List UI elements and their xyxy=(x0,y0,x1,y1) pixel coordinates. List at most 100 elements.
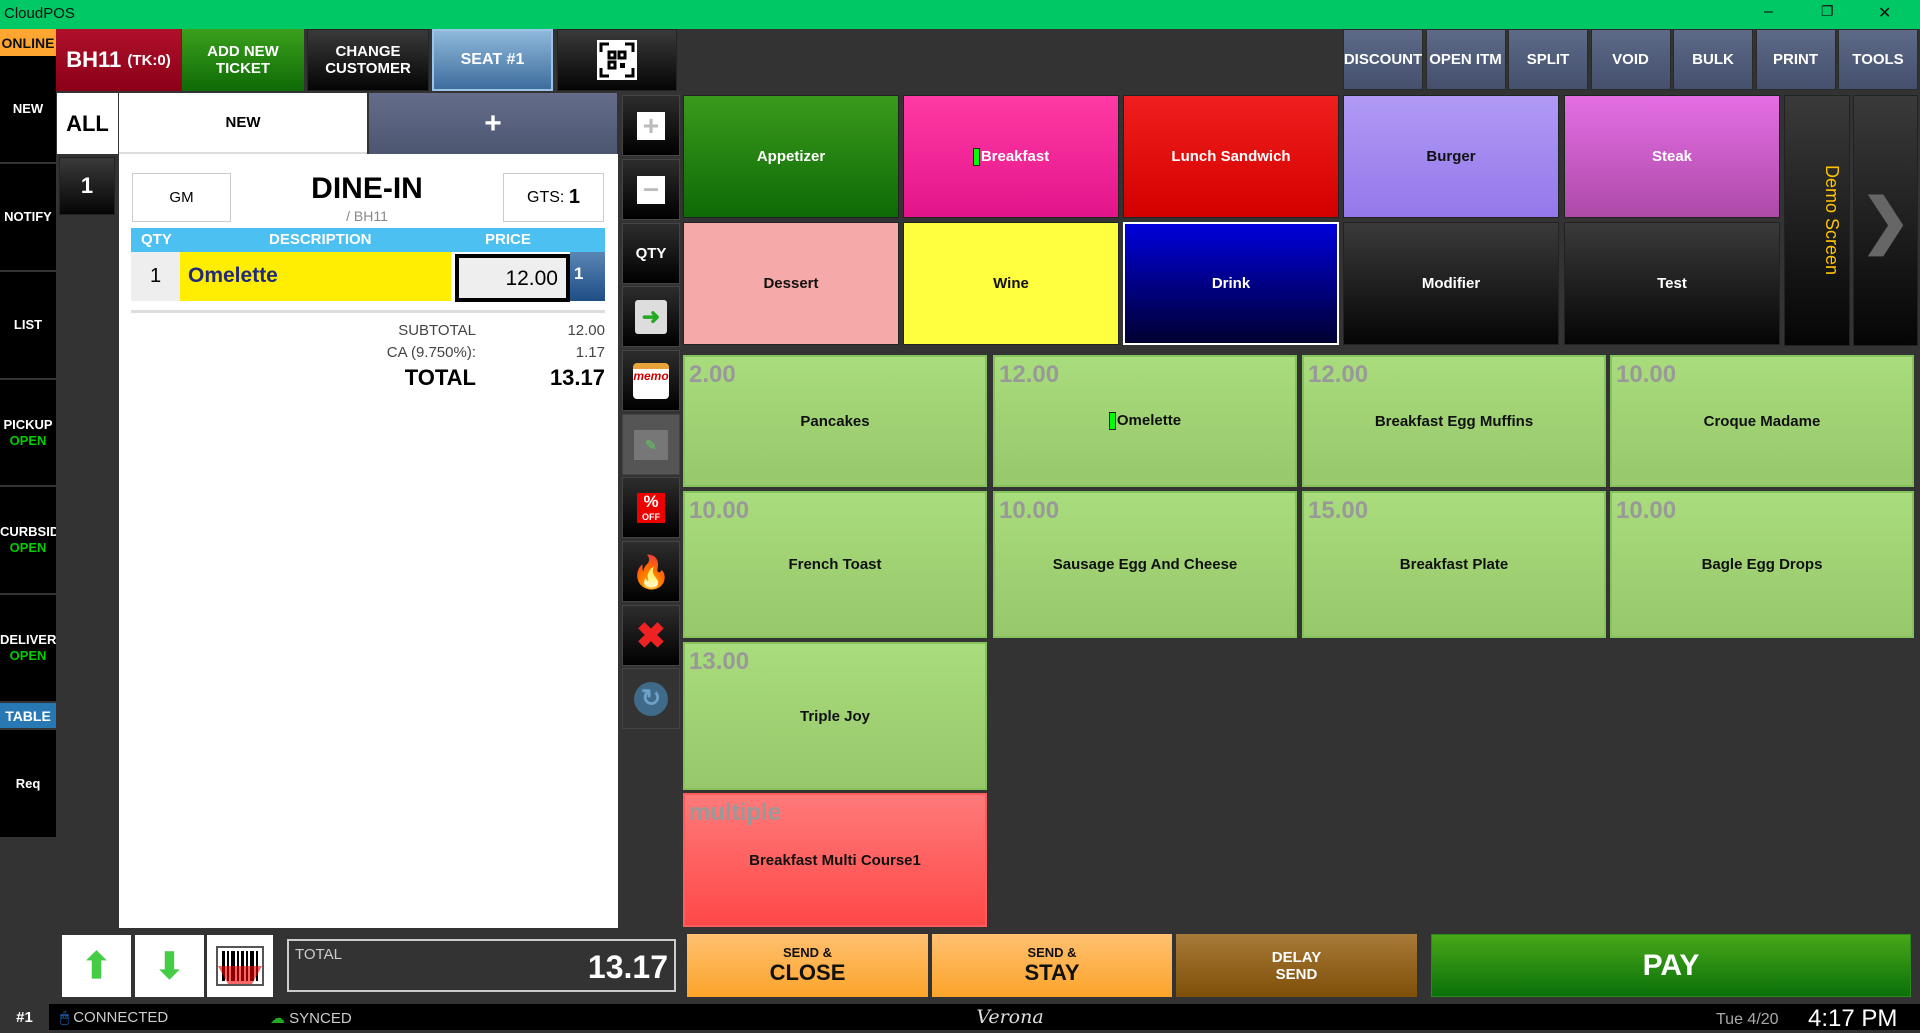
menu-item[interactable]: 12.00 Breakfast Egg Muffins xyxy=(1302,355,1606,487)
edit-note-icon: ✎ xyxy=(634,429,668,460)
nav-item-table[interactable]: TABLE xyxy=(0,703,56,730)
next-page-button[interactable]: ❯ xyxy=(1853,95,1918,346)
item-label: Triple Joy xyxy=(799,707,871,725)
send-close-top: SEND & xyxy=(782,945,833,960)
top-button-discount[interactable]: DISCOUNT xyxy=(1343,29,1423,90)
guests-button[interactable]: GTS: 1 xyxy=(503,173,604,222)
category-appetizer[interactable]: Appetizer xyxy=(683,95,899,218)
ticket-count: (TK:0) xyxy=(127,51,171,69)
nav-item-curbsid[interactable]: CURBSID OPEN xyxy=(0,487,56,595)
category-modifier[interactable]: Modifier xyxy=(1343,222,1559,345)
category-breakfast[interactable]: Breakfast xyxy=(903,95,1119,218)
scroll-down-button[interactable]: ⬇ xyxy=(135,935,204,997)
connection-status: 🖱 CONNECTED xyxy=(60,1009,168,1026)
line-description[interactable]: Omelette xyxy=(180,252,451,301)
category-drink[interactable]: Drink xyxy=(1123,222,1339,345)
menu-item[interactable]: 15.00 Breakfast Plate xyxy=(1302,491,1606,638)
line-qty[interactable]: 1 xyxy=(131,252,180,301)
menu-item[interactable]: 10.00 Croque Madame xyxy=(1610,355,1914,487)
line-seat[interactable]: 1 xyxy=(570,252,605,301)
category-burger[interactable]: Burger xyxy=(1343,95,1559,218)
top-button-bulk[interactable]: BULK xyxy=(1673,29,1753,90)
server-button[interactable]: GM xyxy=(132,173,231,222)
nav-item-notify[interactable]: NOTIFY xyxy=(0,164,56,272)
category-wine[interactable]: Wine xyxy=(903,222,1119,345)
delete-button[interactable]: ✖ xyxy=(622,605,680,666)
close-window-icon[interactable]: ✕ xyxy=(1878,3,1891,23)
ticket-id-button[interactable]: BH11 (TK:0) xyxy=(56,29,181,91)
qr-code-button[interactable] xyxy=(557,29,677,91)
add-tab-button[interactable]: + xyxy=(369,93,617,154)
online-status: ONLINE xyxy=(0,29,56,56)
category-steak[interactable]: Steak xyxy=(1564,95,1780,218)
col-qty: QTY xyxy=(141,231,172,248)
item-name: Sausage Egg And Cheese xyxy=(1053,556,1238,573)
category-label: Appetizer xyxy=(756,148,826,165)
edit-modifier-button[interactable]: ✎ xyxy=(622,414,680,475)
send-close-button[interactable]: SEND & CLOSE xyxy=(687,934,928,997)
nav-item-list[interactable]: LIST xyxy=(0,272,56,380)
nav-item-delivery[interactable]: DELIVERYOPEN xyxy=(0,595,56,703)
delay-send-button[interactable]: DELAY SEND xyxy=(1176,934,1417,997)
category-dessert[interactable]: Dessert xyxy=(683,222,899,345)
scroll-up-button[interactable]: ⬆ xyxy=(62,935,131,997)
category-test[interactable]: Test xyxy=(1564,222,1780,345)
item-price: 10.00 xyxy=(1616,361,1677,388)
pay-button[interactable]: PAY xyxy=(1431,934,1911,997)
qty-button[interactable]: QTY xyxy=(622,223,680,284)
seat-button[interactable]: SEAT #1 xyxy=(432,29,553,91)
send-stay-button[interactable]: SEND & STAY xyxy=(932,934,1172,997)
close-icon: ✖ xyxy=(635,614,667,656)
top-button-open-itm[interactable]: OPEN ITM xyxy=(1425,29,1506,90)
category-lunch-sandwich[interactable]: Lunch Sandwich xyxy=(1123,95,1339,218)
total-label: TOTAL xyxy=(404,365,476,390)
menu-item[interactable]: 13.00 Triple Joy xyxy=(683,642,987,790)
menu-item[interactable]: multiple Breakfast Multi Course1 xyxy=(683,793,987,927)
transfer-button[interactable]: ➜ xyxy=(622,286,680,347)
item-price: 2.00 xyxy=(689,361,736,388)
title-bar: CloudPOS – ❐ ✕ xyxy=(0,0,1920,29)
nav-item-new[interactable]: NEW xyxy=(0,56,56,164)
decrease-button[interactable]: – xyxy=(622,159,680,220)
menu-item[interactable]: 10.00 Sausage Egg And Cheese xyxy=(993,491,1297,638)
change-customer-button[interactable]: CHANGE CUSTOMER xyxy=(307,29,429,91)
restore-icon[interactable]: ❐ xyxy=(1821,3,1834,20)
menu-item[interactable]: 10.00 Bagle Egg Drops xyxy=(1610,491,1914,638)
nav-item-pickup[interactable]: PICKUP OPEN xyxy=(0,380,56,487)
ticket-line[interactable]: 1 Omelette 12.00 1 xyxy=(131,252,605,302)
subtotal-value: 12.00 xyxy=(567,322,605,339)
barcode-button[interactable] xyxy=(207,935,273,997)
tab-new[interactable]: NEW xyxy=(119,93,367,154)
line-price[interactable]: 12.00 xyxy=(455,254,570,302)
minimize-icon[interactable]: – xyxy=(1764,3,1773,21)
send-close-label: CLOSE xyxy=(769,960,846,985)
nav-item-req[interactable]: Req xyxy=(0,730,56,839)
add-new-ticket-button[interactable]: ADD NEW TICKET xyxy=(182,29,304,91)
discount-tool-button[interactable]: % OFF xyxy=(622,477,680,538)
menu-item[interactable]: 10.00 French Toast xyxy=(683,491,987,638)
item-price: 10.00 xyxy=(1616,497,1677,524)
selected-marker xyxy=(972,147,980,166)
tab-all[interactable]: ALL xyxy=(57,93,118,154)
top-button-print[interactable]: PRINT xyxy=(1755,29,1836,90)
memo-button[interactable]: memo xyxy=(622,350,680,411)
top-button-tools[interactable]: TOOLS xyxy=(1838,29,1918,90)
connection-text: CONNECTED xyxy=(73,1009,169,1026)
arrow-up-icon: ⬆ xyxy=(81,945,112,986)
arrow-down-icon: ⬇ xyxy=(154,945,185,986)
chevron-right-icon: ❯ xyxy=(1860,186,1911,254)
top-button-split[interactable]: SPLIT xyxy=(1508,29,1588,90)
top-button-void[interactable]: VOID xyxy=(1590,29,1671,90)
order-type[interactable]: DINE-IN xyxy=(239,172,495,206)
refresh-button[interactable]: ↻ xyxy=(622,668,680,729)
increase-button[interactable]: + xyxy=(622,95,680,156)
fire-button[interactable]: 🔥 xyxy=(622,541,680,602)
item-label: Pancakes xyxy=(800,412,870,430)
seat-number-button[interactable]: 1 xyxy=(59,157,115,215)
item-price: multiple xyxy=(689,799,782,826)
menu-item[interactable]: 2.00 Pancakes xyxy=(683,355,987,487)
item-label: Breakfast Plate xyxy=(1399,556,1509,573)
screen-selector[interactable]: Demo Screen xyxy=(1784,95,1850,346)
item-name: Bagle Egg Drops xyxy=(1702,556,1823,573)
menu-item[interactable]: 12.00 Omelette xyxy=(993,355,1297,487)
